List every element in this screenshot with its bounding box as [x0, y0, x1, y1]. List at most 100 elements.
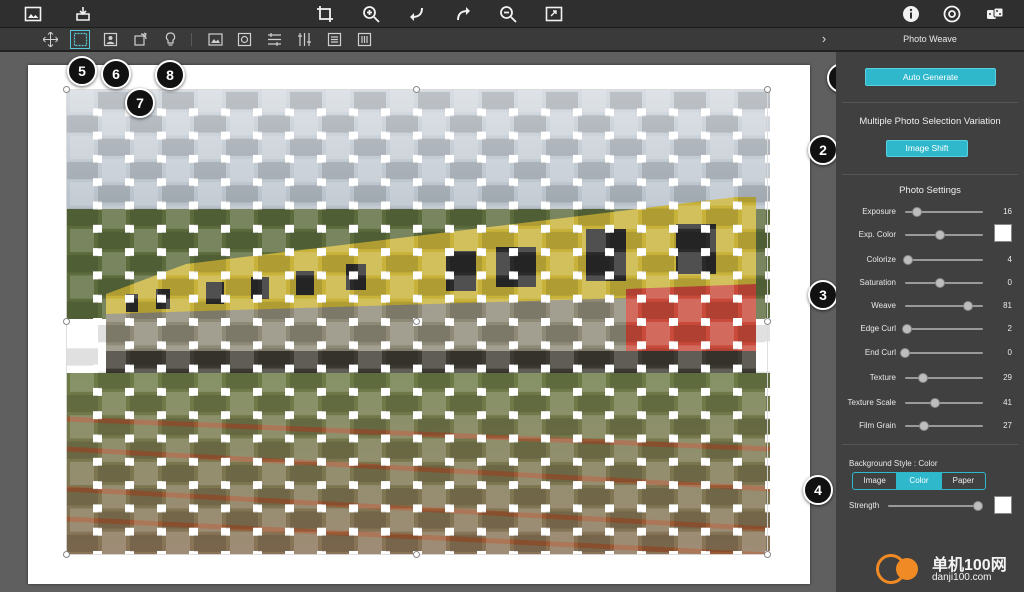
slider-row: Weave 81 [836, 298, 1024, 314]
slider-knob[interactable] [935, 230, 946, 240]
portrait-icon[interactable] [101, 31, 119, 48]
strength-slider[interactable] [888, 501, 984, 511]
resize-handle-center[interactable] [413, 318, 420, 325]
callout-2: 2 [808, 135, 838, 165]
slider-label: Texture Scale [847, 398, 896, 407]
image-shift-button[interactable]: Image Shift [886, 140, 968, 157]
slider-value: 81 [1003, 301, 1012, 310]
slider-track[interactable] [905, 421, 983, 431]
watermark-logo-dot-icon [896, 558, 918, 580]
bulb-icon[interactable] [161, 31, 179, 48]
slider-knob[interactable] [903, 255, 914, 265]
bg-option-image[interactable]: Image [853, 473, 898, 489]
dice-icon[interactable] [984, 4, 1006, 24]
info-icon[interactable] [900, 4, 922, 24]
settings-icon[interactable] [941, 4, 963, 24]
divider [842, 174, 1018, 175]
split-v-icon[interactable] [295, 31, 313, 48]
slider-track[interactable] [903, 255, 983, 265]
resize-handle-bottom[interactable] [413, 551, 420, 558]
slider-knob[interactable] [901, 324, 912, 334]
panel-title: Photo Weave [903, 34, 957, 44]
slider-knob[interactable] [917, 373, 928, 383]
rows-icon[interactable] [325, 31, 343, 48]
slider-label: Saturation [859, 278, 896, 287]
slider-label: Edge Curl [860, 324, 896, 333]
resize-handle-right[interactable] [764, 318, 771, 325]
strength-knob[interactable] [973, 501, 984, 511]
zoom-out-icon[interactable] [497, 4, 519, 24]
resize-handle-top-left[interactable] [63, 86, 70, 93]
picture-icon[interactable] [22, 4, 44, 24]
panel-collapse-button[interactable]: › [817, 31, 831, 48]
paper-canvas[interactable] [28, 65, 810, 584]
resize-handle-top[interactable] [413, 86, 420, 93]
slider-knob[interactable] [929, 398, 940, 408]
main-toolbar [0, 0, 1024, 28]
resize-handle-top-right[interactable] [764, 86, 771, 93]
crop-icon[interactable] [314, 4, 336, 24]
slider-track[interactable] [900, 348, 983, 358]
resize-handle-bottom-right[interactable] [764, 551, 771, 558]
slider-row: Colorize 4 [836, 252, 1024, 268]
slider-row: Exposure 16 [836, 204, 1024, 220]
columns-icon[interactable] [355, 31, 373, 48]
callout-8: 8 [155, 60, 185, 90]
slider-track[interactable] [901, 324, 983, 334]
slider-track[interactable] [905, 301, 983, 311]
move-icon[interactable] [41, 31, 59, 48]
slider-value: 0 [1007, 348, 1012, 357]
bg-style-label: Background Style : Color [849, 459, 938, 468]
strength-label: Strength [849, 501, 880, 510]
slider-label: Film Grain [859, 421, 896, 430]
resize-handle-bottom-left[interactable] [63, 551, 70, 558]
slider-track[interactable] [905, 398, 983, 408]
variation-title: Multiple Photo Selection Variation [859, 116, 1001, 127]
slider-track[interactable] [905, 373, 983, 383]
slider-knob[interactable] [912, 207, 923, 217]
slider-row: End Curl 0 [836, 345, 1024, 361]
resize-handle-left[interactable] [63, 318, 70, 325]
split-h-icon[interactable] [265, 31, 283, 48]
settings-panel: Auto Generate Multiple Photo Selection V… [836, 52, 1024, 592]
image-icon[interactable] [206, 31, 224, 48]
tools-toolbar: › Photo Weave [0, 28, 1024, 51]
redo-icon[interactable] [452, 4, 474, 24]
callout-6: 6 [101, 59, 131, 89]
toolbar-separator [191, 33, 192, 46]
slider-row: Film Grain 27 [836, 418, 1024, 434]
slider-knob[interactable] [900, 348, 910, 358]
slider-track[interactable] [905, 207, 983, 217]
callout-5: 5 [67, 56, 97, 86]
slider-track[interactable] [905, 278, 983, 288]
settings-title: Photo Settings [899, 185, 961, 196]
slider-value: 0 [1007, 278, 1012, 287]
slider-value: 27 [1003, 421, 1012, 430]
canvas-area[interactable] [0, 52, 836, 592]
slider-label: Weave [871, 301, 896, 310]
bg-option-color[interactable]: Color [897, 473, 942, 489]
slider-label: Texture [869, 373, 896, 382]
select-icon[interactable] [70, 30, 90, 49]
image-alt-icon[interactable] [235, 31, 253, 48]
auto-generate-button[interactable]: Auto Generate [865, 68, 996, 86]
strength-color-swatch[interactable] [994, 496, 1012, 514]
slider-label: Colorize [866, 255, 896, 264]
slider-row: Saturation 0 [836, 275, 1024, 291]
zoom-in-icon[interactable] [360, 4, 382, 24]
divider [842, 102, 1018, 103]
slider-knob[interactable] [963, 301, 974, 311]
slider-label: Exp. Color [858, 230, 896, 239]
slider-knob[interactable] [935, 278, 946, 288]
undo-icon[interactable] [406, 4, 428, 24]
bg-option-paper[interactable]: Paper [942, 473, 985, 489]
watermark: 单机100网 danji100.com [872, 548, 1022, 588]
slider-knob[interactable] [918, 421, 929, 431]
slider-track[interactable] [905, 230, 983, 240]
slider-label: Exposure [862, 207, 896, 216]
fit-icon[interactable] [543, 4, 565, 24]
rotate-icon[interactable] [131, 31, 149, 48]
save-icon[interactable] [72, 4, 94, 24]
exp-color-swatch[interactable] [994, 224, 1012, 242]
slider-value: 41 [1003, 398, 1012, 407]
